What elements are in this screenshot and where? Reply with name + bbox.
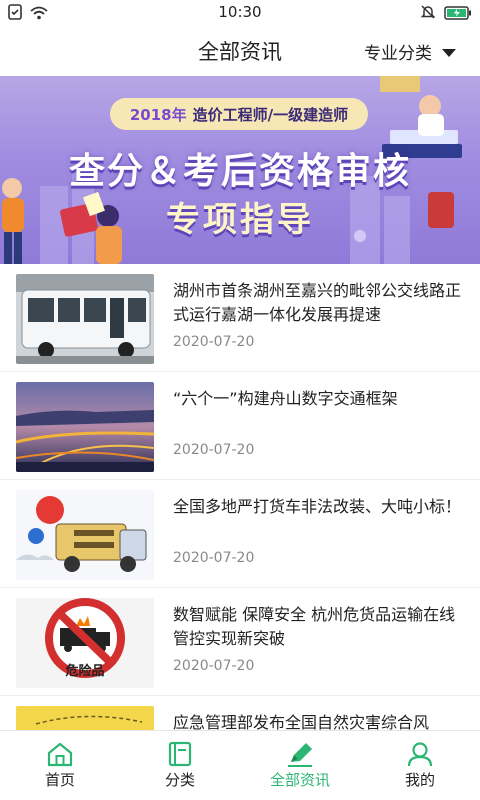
banner-subheadline: 专项指导 [166, 200, 314, 240]
news-date: 2020-07-20 [173, 334, 255, 350]
hazmat-sign-label: 危险品 [65, 664, 105, 679]
tab-category[interactable]: 分类 [120, 731, 240, 800]
mute-bell-icon [420, 4, 436, 24]
banner-tag-text: 造价工程师/一级建造师 [192, 105, 349, 124]
news-title: “六个一”构建舟山数字交通框架 [173, 389, 398, 408]
tab-label: 我的 [404, 771, 435, 789]
news-thumbnail-newspaper [16, 706, 154, 730]
banner-tag-year: 2018年 [129, 105, 187, 124]
promo-banner[interactable]: 2018年 造价工程师/一级建造师 查分＆考后资格审核 专项指导 [0, 76, 480, 264]
category-filter-dropdown[interactable]: 专业分类 [364, 39, 456, 64]
clock: 10:30 [218, 3, 262, 21]
home-icon [47, 742, 73, 767]
news-title: 数智赋能 保障安全 杭州危货品运输在线管控实现新突破 [173, 605, 456, 648]
news-date: 2020-07-20 [173, 658, 255, 674]
pencil-icon [288, 743, 312, 767]
tab-all-news[interactable]: 全部资讯 [240, 731, 360, 800]
news-thumbnail-truck [16, 490, 154, 580]
banner-headline: 查分＆考后资格审核 [68, 151, 411, 192]
user-icon [407, 742, 433, 767]
news-thumbnail-hazmat-sign: 危险品 [16, 598, 154, 688]
news-item[interactable]: 全国多地严打货车非法改装、大吨小标！ 2020-07-20 [0, 480, 480, 588]
caret-down-icon [442, 48, 456, 57]
news-item[interactable]: “六个一”构建舟山数字交通框架 2020-07-20 [0, 372, 480, 480]
category-filter-label: 专业分类 [364, 44, 432, 64]
status-bar: 10:30 [0, 0, 480, 24]
news-date: 2020-07-20 [173, 442, 255, 458]
news-date: 2020-07-20 [173, 550, 255, 566]
news-title: 全国多地严打货车非法改装、大吨小标！ [173, 497, 462, 516]
tab-label: 分类 [164, 771, 195, 789]
news-item[interactable]: 湖州市首条湖州至嘉兴的毗邻公交线路正式运行嘉湖一体化发展再提速 2020-07-… [0, 264, 480, 372]
news-thumbnail-bridge [16, 382, 154, 472]
book-icon [168, 741, 192, 767]
news-thumbnail-bus [16, 274, 154, 364]
news-list: 湖州市首条湖州至嘉兴的毗邻公交线路正式运行嘉湖一体化发展再提速 2020-07-… [0, 264, 480, 730]
banner-tag: 2018年 造价工程师/一级建造师 [110, 98, 368, 130]
tab-home[interactable]: 首页 [0, 731, 120, 800]
news-title: 湖州市首条湖州至嘉兴的毗邻公交线路正式运行嘉湖一体化发展再提速 [173, 281, 462, 324]
battery-charging-icon [444, 5, 472, 24]
news-item[interactable]: 应急管理部发布全国自然灾害综合风 [0, 696, 480, 730]
tab-label: 全部资讯 [269, 771, 330, 789]
tab-profile[interactable]: 我的 [360, 731, 480, 800]
news-title: 应急管理部发布全国自然灾害综合风 [173, 713, 430, 730]
tab-label: 首页 [44, 771, 75, 789]
news-item[interactable]: 危险品 数智赋能 保障安全 杭州危货品运输在线管控实现新突破 2020-07-2… [0, 588, 480, 696]
bottom-tab-bar: 首页 分类 全部资讯 我的 [0, 730, 480, 800]
top-header: 全部资讯 专业分类 [0, 24, 480, 76]
